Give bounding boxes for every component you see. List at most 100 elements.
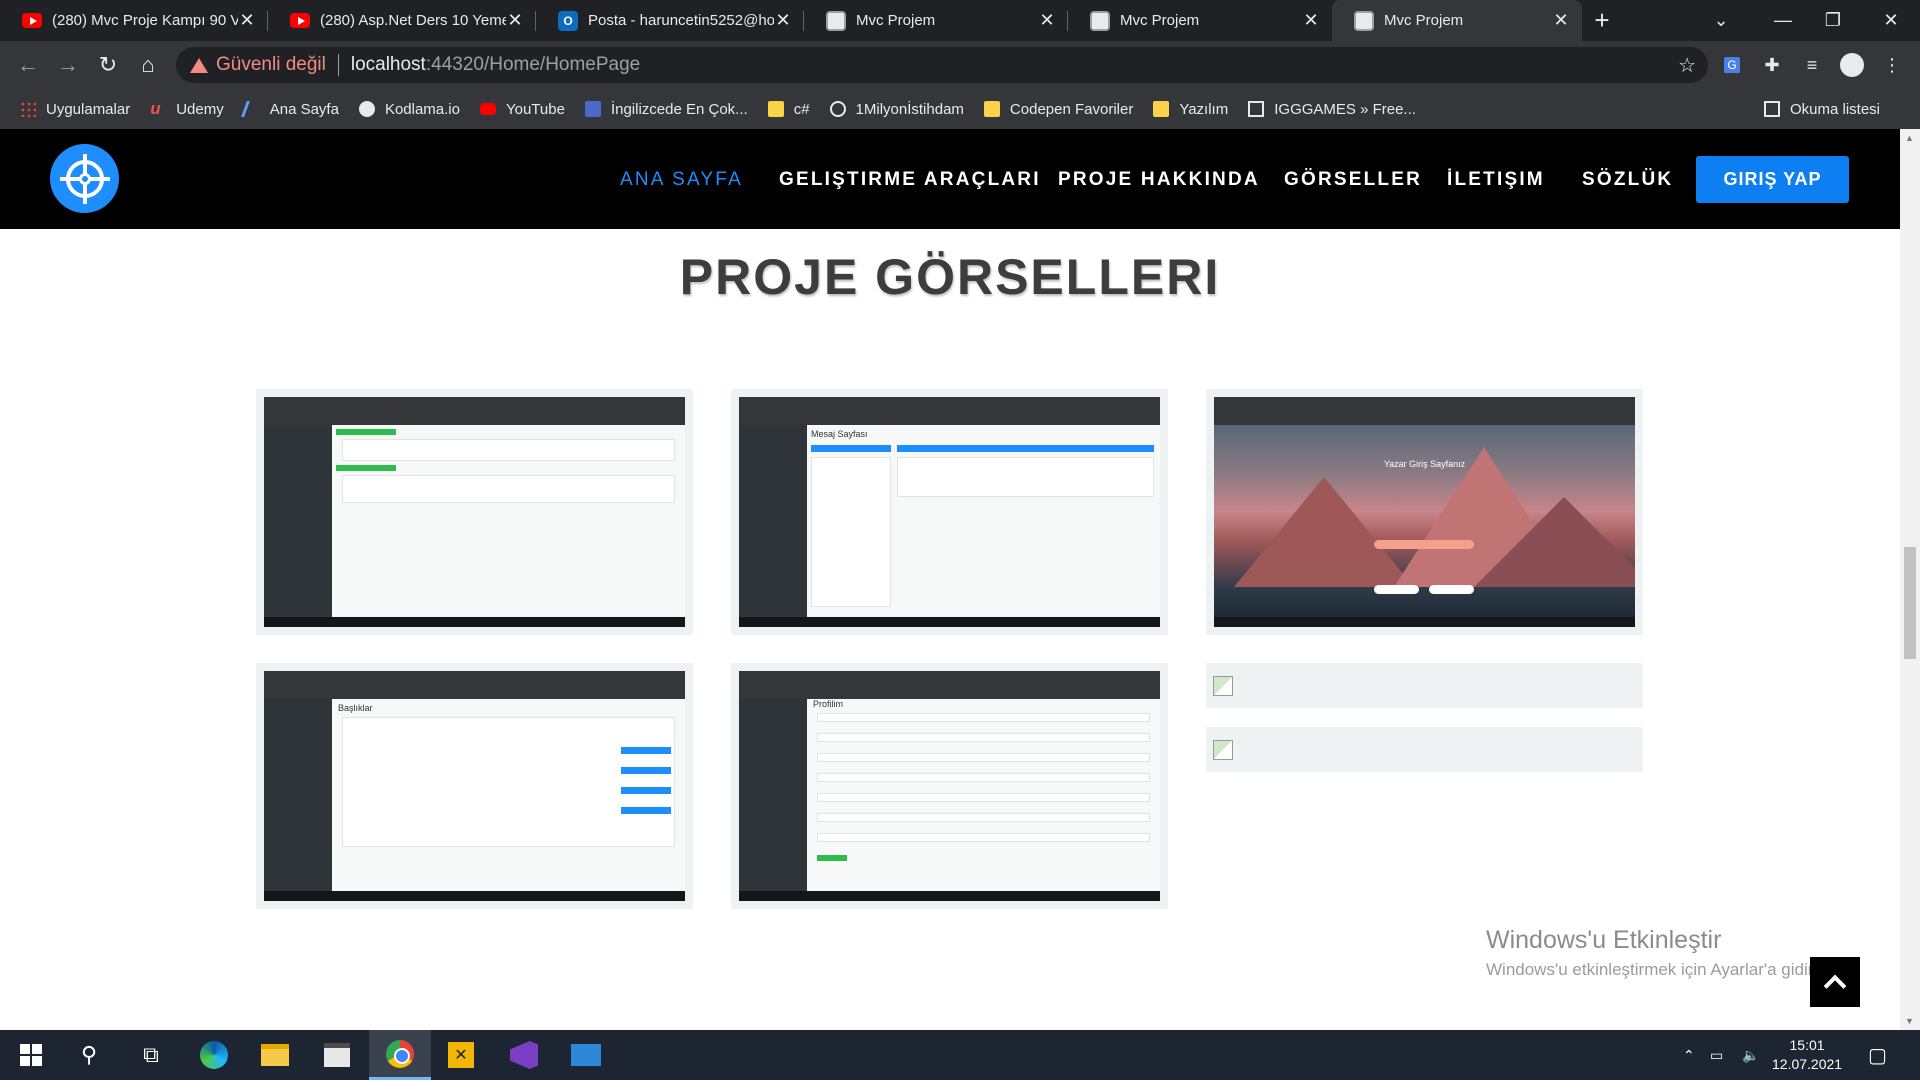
tab-5[interactable]: Mvc Projem ✕: [1068, 0, 1332, 41]
bookmark-label: Kodlama.io: [384, 100, 460, 118]
reading-list-label: Okuma listesi: [1789, 100, 1880, 118]
bookmark-kodlama[interactable]: Kodlama.io: [358, 100, 460, 118]
bookmark-yazilim[interactable]: Yazılım: [1153, 101, 1228, 118]
bookmark-label: İngilizcede En Çok...: [610, 100, 748, 118]
store-icon[interactable]: [306, 1030, 368, 1080]
file-explorer-icon[interactable]: [244, 1030, 306, 1080]
new-tab-button[interactable]: +: [1582, 0, 1622, 41]
bookmark-youtube[interactable]: YouTube: [479, 101, 565, 118]
scrollbar-thumb[interactable]: [1904, 547, 1916, 659]
extensions-puzzle-icon[interactable]: ✚: [1756, 45, 1788, 85]
minimize-button[interactable]: —: [1760, 0, 1806, 41]
security-label[interactable]: Güvenli değil: [216, 54, 326, 76]
scroll-up-arrow-icon[interactable]: ▲: [1905, 133, 1914, 143]
url-path: :44320/Home/HomePage: [425, 54, 641, 75]
broken-image-2[interactable]: [1206, 727, 1643, 772]
close-icon[interactable]: ✕: [238, 10, 256, 31]
bookmark-csharp[interactable]: c#: [767, 100, 810, 118]
search-icon[interactable]: ⚲: [58, 1030, 120, 1080]
close-icon[interactable]: ✕: [506, 10, 524, 31]
forward-arrow-icon[interactable]: →: [48, 45, 88, 85]
xampp-icon[interactable]: ✕: [430, 1030, 492, 1080]
back-arrow-icon[interactable]: ←: [8, 45, 48, 85]
project-screenshot-3[interactable]: Yazar Giriş Sayfanız: [1206, 389, 1643, 635]
bookmark-igggames[interactable]: IGGGAMES » Free...: [1248, 101, 1416, 118]
edge-icon[interactable]: [183, 1030, 245, 1080]
bookmarks-bar: Uygulamalar u Udemy Ana Sayfa Kodlama.io …: [0, 89, 1920, 129]
tab-3[interactable]: O Posta - haruncetin5252@ho ✕: [536, 0, 804, 41]
folder-icon: [767, 101, 784, 117]
project-screenshot-5[interactable]: Profilim: [731, 663, 1168, 909]
apps-grid-icon: [20, 101, 36, 117]
reload-icon[interactable]: ↻: [88, 45, 128, 85]
outlook-icon: O: [558, 10, 578, 31]
tab-2[interactable]: (280) Asp.Net Ders 10 Yeme ✕: [268, 0, 536, 41]
menu-dots-icon[interactable]: ⋮: [1876, 45, 1908, 85]
nav-sozluk[interactable]: SÖZLÜK: [1582, 169, 1673, 191]
page-icon: [1090, 10, 1110, 31]
reading-list[interactable]: Okuma listesi: [1763, 100, 1880, 118]
tab-search-icon[interactable]: ⌄: [1698, 0, 1744, 41]
nav-gelistirme-araclari[interactable]: GELIŞTIRME ARAÇLARI: [779, 169, 1041, 191]
broken-image-1[interactable]: [1206, 663, 1643, 708]
bookmark-label: c#: [793, 100, 810, 118]
bookmark-label: 1Milyonİstihdam: [855, 100, 964, 118]
bookmark-ana-sayfa[interactable]: Ana Sayfa: [240, 101, 339, 118]
mail-icon[interactable]: [555, 1030, 617, 1080]
chrome-icon[interactable]: [369, 1030, 431, 1080]
bookmark-ingilizce[interactable]: İngilizcede En Çok...: [584, 100, 748, 118]
close-icon[interactable]: ✕: [1038, 10, 1056, 31]
activation-watermark-subtitle: Windows'u etkinleştirmek için Ayarlar'a …: [1486, 960, 1822, 979]
tab-4[interactable]: Mvc Projem ✕: [804, 0, 1068, 41]
login-button[interactable]: GIRIŞ YAP: [1696, 156, 1849, 203]
chevron-up-icon[interactable]: ⌃: [1683, 1030, 1695, 1080]
bookmark-1milyon[interactable]: 1Milyonİstihdam: [829, 100, 964, 118]
scroll-down-arrow-icon[interactable]: ▼: [1905, 1016, 1914, 1026]
nav-gorseller[interactable]: GÖRSELLER: [1284, 169, 1422, 191]
close-icon[interactable]: ✕: [1302, 10, 1320, 31]
tab-6-active[interactable]: Mvc Projem ✕: [1332, 0, 1582, 41]
nav-proje-hakkinda[interactable]: PROJE HAKKINDA: [1058, 169, 1260, 191]
windows-start-icon[interactable]: [0, 1030, 62, 1080]
close-window-button[interactable]: ✕: [1868, 0, 1914, 41]
volume-icon[interactable]: 🔈: [1742, 1030, 1759, 1080]
globe-icon: [829, 101, 846, 117]
task-view-icon[interactable]: ⧉: [120, 1030, 182, 1080]
tab-title: Mvc Projem: [1120, 12, 1200, 29]
activation-watermark-title: Windows'u Etkinleştir: [1486, 926, 1722, 954]
media-queue-icon[interactable]: ≡: [1796, 45, 1828, 85]
system-clock[interactable]: 15:01 12.07.2021: [1772, 1036, 1842, 1074]
bookmark-udemy[interactable]: u Udemy: [150, 100, 224, 118]
close-icon[interactable]: ✕: [1552, 10, 1570, 31]
battery-icon[interactable]: ▭: [1710, 1030, 1723, 1080]
notifications-icon[interactable]: ▢: [1868, 1030, 1887, 1080]
bookmark-label: IGGGAMES » Free...: [1274, 100, 1416, 118]
visual-studio-icon[interactable]: [493, 1030, 555, 1080]
crosshair-logo-icon[interactable]: [50, 144, 119, 213]
tab-1[interactable]: (280) Mvc Proje Kampı 90 Vi ✕: [0, 0, 268, 41]
bookmark-apps[interactable]: Uygulamalar: [20, 101, 130, 118]
profile-avatar-icon[interactable]: [1836, 45, 1868, 85]
nav-ana-sayfa[interactable]: ANA SAYFA: [620, 169, 743, 191]
bookmark-star-icon[interactable]: ☆: [1678, 53, 1696, 78]
bookmark-label: Udemy: [176, 100, 224, 118]
bookmark-label: Uygulamalar: [46, 100, 131, 118]
nav-iletisim[interactable]: İLETIŞIM: [1447, 169, 1545, 191]
page-scrollbar[interactable]: ▲ ▼: [1900, 129, 1920, 1030]
translate-icon[interactable]: G: [1716, 45, 1748, 85]
tab-title: (280) Mvc Proje Kampı 90 Vi: [52, 12, 238, 29]
folder-icon: [983, 101, 1000, 117]
folder-icon: [1153, 101, 1170, 117]
tab-strip: (280) Mvc Proje Kampı 90 Vi ✕ (280) Asp.…: [0, 0, 1920, 41]
address-bar[interactable]: Güvenli değil localhost:44320/Home/HomeP…: [176, 47, 1708, 83]
project-screenshot-1[interactable]: [256, 389, 693, 635]
back-to-top-button[interactable]: [1810, 957, 1860, 1007]
project-screenshot-4[interactable]: Başlıklar: [256, 663, 693, 909]
restore-button[interactable]: ❐: [1810, 0, 1856, 41]
home-icon[interactable]: ⌂: [128, 45, 168, 85]
close-icon[interactable]: ✕: [774, 10, 792, 31]
bookmark-label: Codepen Favoriler: [1009, 100, 1134, 118]
clock-time: 15:01: [1789, 1037, 1825, 1053]
project-screenshot-2[interactable]: Mesaj Sayfası: [731, 389, 1168, 635]
bookmark-codepen[interactable]: Codepen Favoriler: [983, 100, 1134, 118]
